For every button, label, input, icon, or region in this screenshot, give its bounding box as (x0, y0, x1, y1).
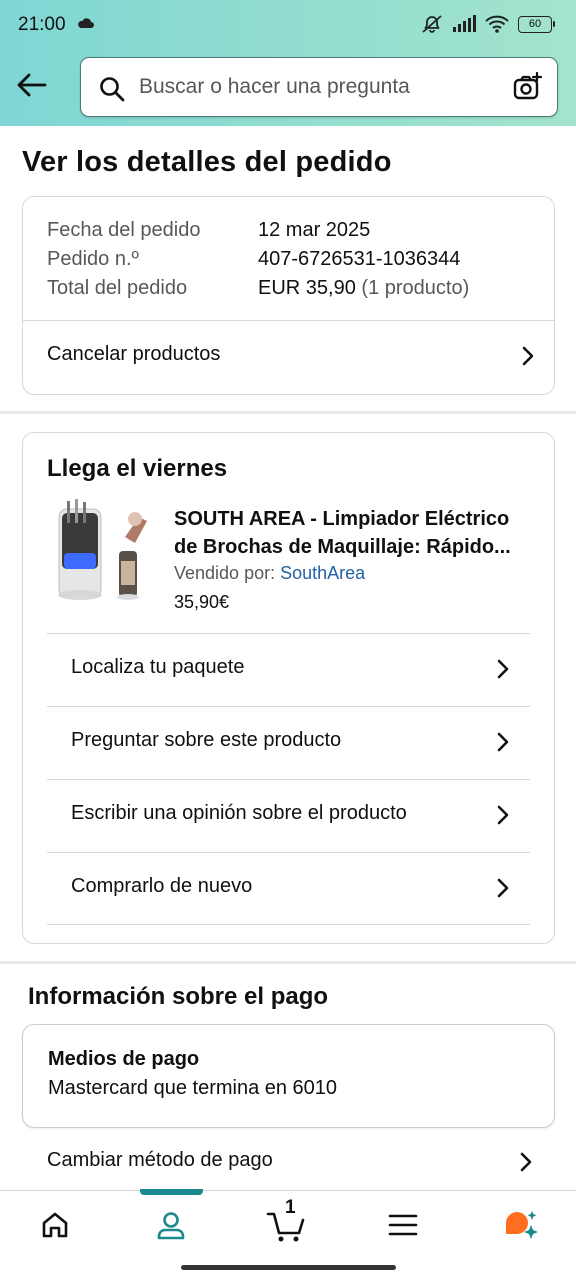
chevron-right-icon (497, 878, 509, 898)
order-number-label: Pedido n.º (47, 248, 139, 270)
search-icon (100, 77, 125, 102)
nav-menu[interactable] (373, 1203, 433, 1247)
payment-section-title: Información sobre el pago (28, 983, 329, 1010)
active-tab-indicator (140, 1189, 203, 1195)
write-review-row[interactable]: Escribir una opinión sobre el producto (47, 780, 530, 852)
divider (47, 924, 530, 925)
order-total-value: EUR 35,90 (1 producto) (258, 277, 469, 300)
section-separator (0, 411, 576, 414)
product-price: 35,90€ (174, 592, 230, 612)
status-icons: 60 (421, 14, 555, 34)
chevron-right-icon (497, 805, 509, 825)
status-bar: 21:00 60 (0, 0, 576, 52)
cart-count: 1 (285, 1197, 296, 1218)
chevron-right-icon (522, 346, 534, 366)
delivery-title: Llega el viernes (47, 455, 228, 482)
order-date-value: 12 mar 2025 (258, 219, 371, 241)
track-package-row[interactable]: Localiza tu paquete (47, 634, 530, 706)
status-time: 21:00 (18, 14, 66, 35)
order-total-item-count: (1 producto) (361, 277, 470, 299)
buy-again-row[interactable]: Comprarlo de nuevo (47, 853, 530, 925)
section-separator (0, 961, 576, 964)
signal-icon (453, 15, 476, 32)
bottom-navigation: 1 (0, 1189, 576, 1260)
page-title: Ver los detalles del pedido (22, 146, 392, 178)
payment-method-label: Medios de pago (48, 1048, 200, 1070)
ask-product-row[interactable]: Preguntar sobre este producto (47, 707, 530, 779)
seller-prefix: Vendido por: (174, 563, 276, 583)
home-indicator[interactable] (181, 1265, 396, 1270)
write-review-label: Escribir una opinión sobre el producto (71, 802, 407, 824)
back-arrow-icon[interactable] (15, 68, 49, 102)
order-number-value: 407-6726531-1036344 (258, 248, 461, 270)
nav-account[interactable] (141, 1203, 201, 1247)
delivery-card: Llega el viernes SOUTH AREA - Limpiador … (22, 432, 555, 944)
ask-product-label: Preguntar sobre este producto (71, 729, 342, 751)
track-package-label: Localiza tu paquete (71, 656, 245, 678)
order-total-label: Total del pedido (47, 277, 188, 299)
battery-indicator: 60 (518, 15, 555, 33)
rufus-chat-icon (506, 1211, 538, 1239)
wifi-icon (485, 15, 509, 33)
cancel-products-label: Cancelar productos (47, 343, 221, 365)
seller-info: Vendido por: SouthArea (174, 563, 365, 584)
change-payment-row[interactable]: Cambiar método de pago (22, 1130, 555, 1190)
menu-icon (388, 1214, 418, 1236)
nav-rufus[interactable] (490, 1203, 550, 1247)
change-payment-label: Cambiar método de pago (47, 1149, 273, 1171)
search-input[interactable]: Buscar o hacer una pregunta (139, 75, 410, 99)
order-summary-card: Fecha del pedido 12 mar 2025 Pedido n.º … (22, 196, 555, 395)
chevron-right-icon (497, 732, 509, 752)
product-title[interactable]: SOUTH AREA - Limpiador Eléctrico de Broc… (174, 505, 544, 561)
cancel-products-row[interactable]: Cancelar productos (23, 321, 554, 394)
chevron-right-icon (497, 659, 509, 679)
top-header: 21:00 60 Buscar o hacer una pregunta (0, 0, 576, 126)
mute-icon (422, 15, 442, 33)
home-icon (42, 1212, 68, 1238)
payment-method-card: Medios de pago Mastercard que termina en… (22, 1024, 555, 1128)
camera-search-icon[interactable] (513, 72, 543, 102)
buy-again-label: Comprarlo de nuevo (71, 875, 253, 897)
nav-cart[interactable]: 1 (257, 1197, 317, 1247)
cloud-icon (78, 18, 94, 28)
payment-method-value: Mastercard que termina en 6010 (48, 1077, 338, 1099)
product-title-line2: de Brochas de Maquillaje: Rápido... (174, 536, 511, 558)
nav-home[interactable] (25, 1203, 85, 1247)
order-total-amount: EUR 35,90 (258, 277, 356, 299)
order-date-label: Fecha del pedido (47, 219, 201, 241)
product-image[interactable] (53, 499, 153, 607)
account-icon (157, 1212, 185, 1240)
product-title-line1: SOUTH AREA - Limpiador Eléctrico (174, 508, 510, 530)
chevron-right-icon (520, 1152, 532, 1172)
seller-link[interactable]: SouthArea (280, 563, 365, 583)
search-bar[interactable]: Buscar o hacer una pregunta (80, 57, 558, 117)
